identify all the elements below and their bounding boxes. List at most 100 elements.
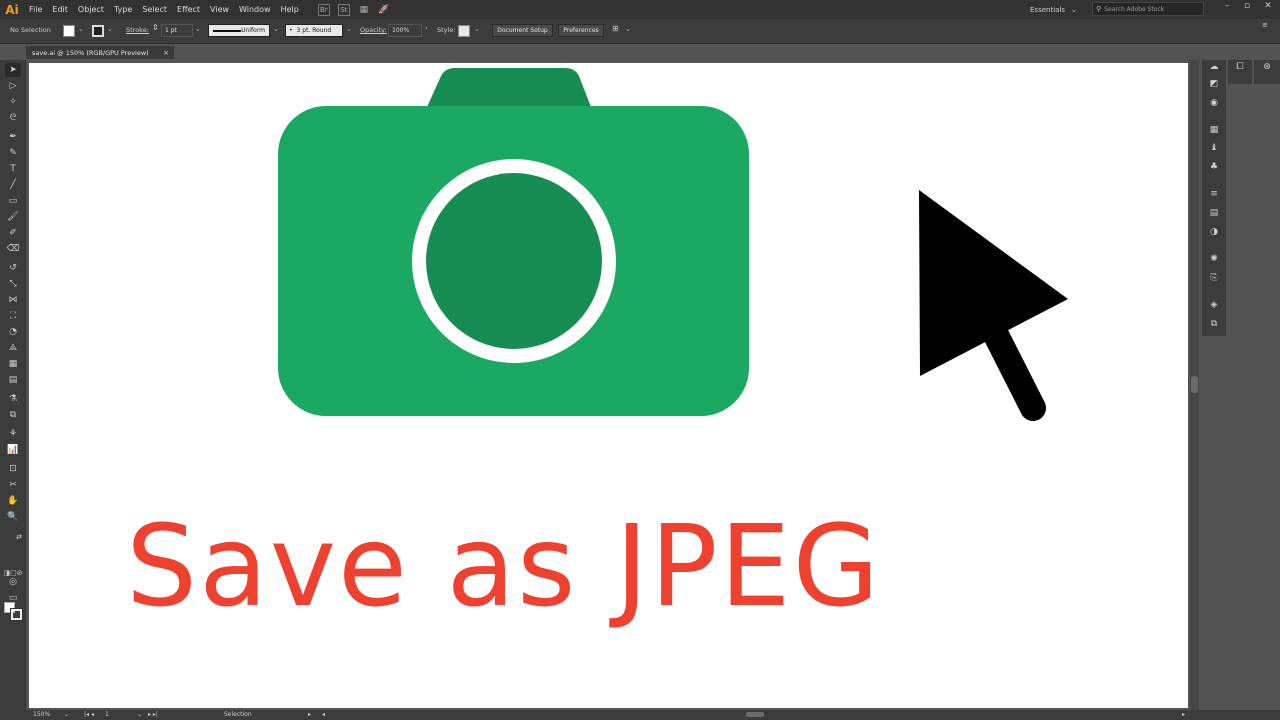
- asset-export-icon[interactable]: ⎘: [1206, 271, 1222, 285]
- chevron-down-icon[interactable]: ⌄: [273, 25, 279, 33]
- scrollbar-thumb[interactable]: [1191, 376, 1198, 393]
- menu-select[interactable]: Select: [137, 5, 172, 14]
- stock-icon[interactable]: St: [337, 3, 350, 16]
- menu-object[interactable]: Object: [73, 5, 109, 14]
- stroke-label[interactable]: Stroke:: [126, 26, 149, 34]
- shape-builder-tool-icon[interactable]: ◔: [5, 325, 21, 339]
- chevron-down-icon[interactable]: ⌄: [64, 711, 69, 718]
- panel-menu-icon[interactable]: ≡: [1262, 21, 1268, 29]
- eraser-tool-icon[interactable]: ⌫: [5, 242, 21, 256]
- gradient-panel-icon[interactable]: ▤: [1206, 206, 1222, 220]
- type-tool-icon[interactable]: T: [5, 162, 21, 176]
- chevron-down-icon[interactable]: ⌄: [107, 25, 113, 33]
- chevron-down-icon[interactable]: ⌄: [137, 711, 142, 718]
- minimize-icon[interactable]: –: [1217, 1, 1237, 11]
- drawing-modes-icon[interactable]: ◎: [5, 575, 21, 589]
- direct-selection-tool-icon[interactable]: ▷: [5, 79, 21, 93]
- gradient-tool-icon[interactable]: ▤: [5, 373, 21, 387]
- symbol-sprayer-tool-icon[interactable]: ⚘: [5, 427, 21, 441]
- first-artboard-icon[interactable]: |◂ ◂: [84, 711, 94, 718]
- swatches-icon[interactable]: ▦: [1206, 123, 1222, 137]
- line-segment-tool-icon[interactable]: ╱: [5, 178, 21, 192]
- menu-effect[interactable]: Effect: [172, 5, 205, 14]
- zoom-level[interactable]: 150%: [33, 711, 50, 718]
- brush-definition[interactable]: • 3 pt. Round: [285, 24, 343, 37]
- screen-mode-icon[interactable]: ▭: [5, 591, 21, 605]
- menu-window[interactable]: Window: [234, 5, 276, 14]
- curvature-tool-icon[interactable]: ✎: [5, 146, 21, 160]
- opacity-label[interactable]: Opacity:: [360, 26, 387, 34]
- artboard[interactable]: Save as JPEG: [29, 63, 1188, 708]
- mesh-tool-icon[interactable]: ▦: [5, 357, 21, 371]
- maximize-icon[interactable]: ▫: [1237, 1, 1257, 11]
- brushes-icon[interactable]: ♝: [1206, 141, 1222, 155]
- variable-width-profile[interactable]: Uniform: [208, 24, 270, 37]
- status-tool-name[interactable]: Selection: [224, 711, 252, 718]
- pen-tool-icon[interactable]: ✒: [5, 130, 21, 144]
- selection-tool-icon[interactable]: ➤: [5, 63, 21, 77]
- chevron-right-icon[interactable]: ▸: [308, 711, 311, 718]
- layers-icon[interactable]: ◈: [1206, 298, 1222, 312]
- stock-search-input[interactable]: [1104, 4, 1195, 14]
- eyedropper-tool-icon[interactable]: ⚗: [5, 392, 21, 406]
- chevron-down-icon[interactable]: ⌄: [625, 25, 631, 33]
- free-transform-tool-icon[interactable]: ⛶: [5, 309, 21, 323]
- lasso-tool-icon[interactable]: ᘓ: [5, 111, 21, 125]
- stroke-stepper-icon[interactable]: ⇕: [152, 23, 159, 32]
- hand-tool-icon[interactable]: ✋: [5, 494, 21, 508]
- stroke-swatch[interactable]: [10, 608, 23, 621]
- artboard-tool-icon[interactable]: ⊡: [5, 462, 21, 476]
- menu-edit[interactable]: Edit: [47, 5, 73, 14]
- stock-search-box[interactable]: ⚲: [1092, 2, 1204, 16]
- swap-fill-stroke-icon[interactable]: ⇄: [14, 530, 24, 544]
- stroke-weight-field[interactable]: 1 pt: [161, 24, 193, 37]
- bridge-icon[interactable]: Br: [317, 3, 330, 16]
- slice-tool-icon[interactable]: ✂: [5, 478, 21, 492]
- document-setup-button[interactable]: Document Setup: [492, 24, 553, 37]
- libraries-icon[interactable]: ☁: [1206, 60, 1222, 74]
- column-graph-tool-icon[interactable]: 📊: [5, 443, 21, 457]
- perspective-grid-tool-icon[interactable]: ⟁: [5, 341, 21, 355]
- properties-icon[interactable]: ⧠: [1232, 60, 1248, 74]
- graphic-style-swatch[interactable]: [458, 25, 470, 37]
- opacity-field[interactable]: 100%: [388, 24, 422, 37]
- zoom-tool-icon[interactable]: 🔍: [5, 510, 21, 524]
- stroke-color-swatch[interactable]: [92, 25, 104, 37]
- transparency-icon[interactable]: ◑: [1206, 225, 1222, 239]
- workspace-switcher[interactable]: Essentials ⌄: [1030, 3, 1077, 16]
- arrange-documents-icon[interactable]: ▦: [358, 4, 370, 16]
- align-options-icon[interactable]: ⊞: [612, 24, 619, 33]
- chevron-right-icon[interactable]: ›: [425, 24, 428, 32]
- symbols-icon[interactable]: ♣: [1206, 160, 1222, 174]
- fill-color-swatch[interactable]: [63, 25, 75, 37]
- rotate-tool-icon[interactable]: ↺: [5, 261, 21, 275]
- menu-view[interactable]: View: [205, 5, 234, 14]
- horizontal-scrollbar-thumb[interactable]: [746, 712, 764, 717]
- stroke-panel-icon[interactable]: ≡: [1206, 187, 1222, 201]
- preferences-button[interactable]: Preferences: [558, 24, 604, 37]
- paintbrush-tool-icon[interactable]: 🖌: [5, 210, 21, 224]
- chevron-left-icon[interactable]: ◂: [322, 711, 325, 718]
- width-tool-icon[interactable]: ⋈: [5, 293, 21, 307]
- chevron-down-icon[interactable]: ⌄: [346, 25, 352, 33]
- navigator-icon[interactable]: ◉: [1206, 96, 1222, 110]
- gpu-performance-icon[interactable]: 🚀: [378, 4, 390, 16]
- creative-cloud-icon[interactable]: ⊛: [1259, 60, 1275, 74]
- rectangle-tool-icon[interactable]: ▭: [5, 194, 21, 208]
- blend-tool-icon[interactable]: ⧉: [5, 408, 21, 422]
- chevron-down-icon[interactable]: ⌄: [195, 25, 201, 33]
- last-artboard-icon[interactable]: ▸ ▸|: [148, 711, 158, 718]
- magic-wand-tool-icon[interactable]: ✧: [5, 95, 21, 109]
- artboards-panel-icon[interactable]: ⧉: [1206, 317, 1222, 331]
- shaper-tool-icon[interactable]: ✐: [5, 226, 21, 240]
- vertical-scrollbar[interactable]: [1190, 60, 1199, 710]
- artboard-number-field[interactable]: 1: [105, 711, 109, 718]
- menu-file[interactable]: File: [24, 5, 47, 14]
- menu-type[interactable]: Type: [109, 5, 137, 14]
- chevron-down-icon[interactable]: ⌄: [78, 25, 84, 33]
- appearance-icon[interactable]: ◩: [1206, 77, 1222, 91]
- close-tab-icon[interactable]: ×: [163, 49, 169, 57]
- close-window-icon[interactable]: ✕: [1258, 1, 1278, 11]
- scale-tool-icon[interactable]: ⤡: [5, 277, 21, 291]
- chevron-right-icon[interactable]: ▸: [1182, 711, 1185, 718]
